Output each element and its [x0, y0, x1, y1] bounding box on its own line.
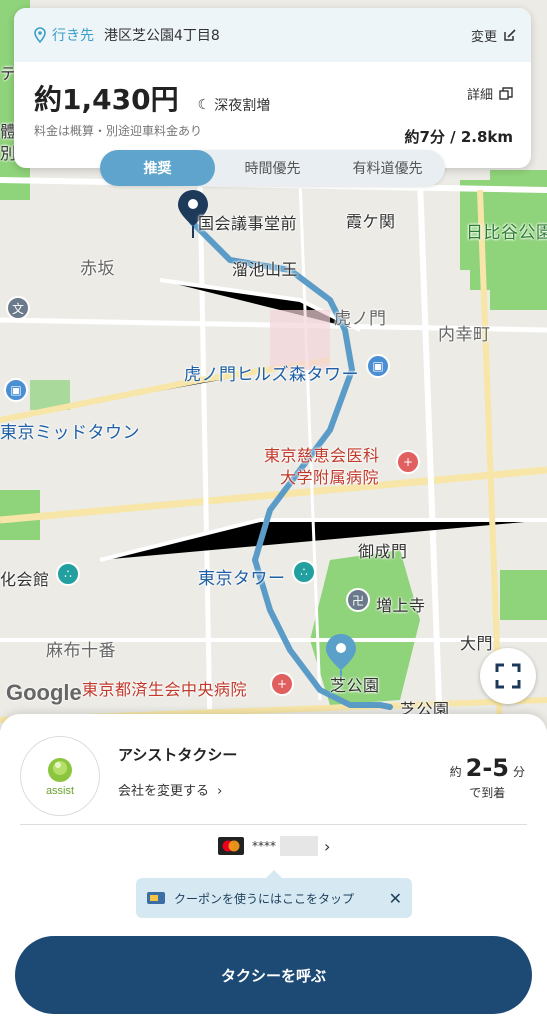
coupon-ticket-icon — [147, 892, 165, 904]
coupon-text: クーポンを使うにはここをタップ — [174, 891, 355, 906]
company-name: アシストタクシー — [118, 746, 238, 764]
map-label-saiseikai: 東京都済生会中央病院 — [82, 680, 248, 699]
temple-icon[interactable]: 卍 — [346, 588, 370, 612]
landmark-icon[interactable]: ∴ — [56, 562, 80, 586]
map-label-toranomon: 虎ノ門 — [334, 309, 387, 329]
map-label-zojoji: 増上寺 — [376, 596, 426, 615]
map-label-azabu: 麻布十番 — [46, 641, 116, 661]
close-icon[interactable]: ✕ — [389, 889, 402, 908]
eta-value: 2-5 — [465, 754, 509, 782]
moon-icon: ☾ — [197, 96, 211, 113]
map-label-hills: 虎ノ門ヒルズ森タワー — [184, 365, 359, 385]
map-label-tower: 東京タワー — [198, 569, 286, 589]
map-label-uchisaiwai: 内幸町 — [438, 325, 491, 345]
tab-time-priority[interactable]: 時間優先 — [215, 150, 330, 186]
destination-label: 行き先 — [52, 28, 94, 44]
company-logo: assist — [20, 736, 100, 816]
shopping-bag-icon[interactable]: ▣ — [366, 354, 390, 378]
tab-toll-priority[interactable]: 有料道優先 — [330, 150, 445, 186]
fare-amount: 約1,430円 — [34, 83, 179, 116]
map-label-tameike: 溜池山王 — [232, 260, 299, 279]
change-label: 変更 — [470, 29, 497, 45]
card-number-mask: **** — [252, 839, 276, 853]
night-surcharge: ☾ 深夜割増 — [198, 95, 271, 115]
eta-unit: 分 — [512, 765, 525, 779]
logo-text: assist — [45, 785, 75, 797]
google-logo: Google — [6, 680, 82, 705]
hospital-icon[interactable]: + — [396, 450, 420, 474]
fullscreen-button[interactable] — [480, 648, 536, 704]
eta-block: 約 2-5 分 で到着 — [450, 754, 525, 801]
map-label-kaikan: 化会館 — [0, 570, 50, 589]
map-label-hibiya: 日比谷公園 — [466, 223, 547, 243]
map-label-onarimon: 御成門 — [358, 542, 408, 561]
eta-prefix: 約 — [449, 765, 462, 779]
night-surcharge-label: 深夜割増 — [214, 97, 271, 114]
detail-button[interactable]: 詳細 — [467, 84, 513, 103]
destination-row[interactable]: 行き先 港区芝公園4丁目8 変更 — [14, 8, 531, 62]
location-pin-icon — [34, 27, 46, 43]
copy-icon — [499, 86, 513, 100]
map-label-shibakoen: 芝公園 — [330, 676, 380, 695]
mastercard-icon — [218, 837, 244, 855]
poi-text-icon[interactable]: 文 — [6, 296, 30, 320]
change-company-link[interactable]: 会社を変更する › — [118, 780, 222, 799]
tab-recommended[interactable]: 推奨 — [100, 150, 215, 186]
change-company-label: 会社を変更する — [118, 784, 210, 799]
bottom-sheet: assist アシストタクシー 会社を変更する › 約 2-5 分 で到着 **… — [0, 714, 547, 1024]
route-summary-card: 行き先 港区芝公園4丁目8 変更 約1,430円 ☾ 深夜割増 料金は概算・別途… — [14, 8, 531, 168]
chevron-right-icon: › — [324, 836, 331, 856]
eta-suffix: で到着 — [469, 786, 506, 800]
map-label-akasaka: 赤坂 — [80, 259, 115, 279]
map-label-midtown: 東京ミッドタウン — [0, 423, 140, 443]
call-taxi-button[interactable]: タクシーを呼ぶ — [15, 936, 532, 1014]
map-label-jikei: 東京慈恵会医科 — [264, 446, 380, 465]
destination-value: 港区芝公園4丁目8 — [104, 28, 220, 44]
time-distance: 約7分 / 2.8km — [404, 128, 513, 146]
shopping-bag-icon[interactable]: ▣ — [4, 378, 28, 402]
card-number-redacted — [280, 836, 318, 856]
assist-logo-icon — [48, 758, 72, 782]
detail-label: 詳細 — [466, 88, 493, 103]
coupon-tooltip[interactable]: クーポンを使うにはここをタップ ✕ — [136, 870, 412, 918]
map-label-jikei2: 大学附属病院 — [280, 468, 380, 487]
edit-icon — [504, 29, 516, 41]
hospital-icon[interactable]: + — [270, 672, 294, 696]
change-destination-button[interactable]: 変更 — [471, 26, 517, 45]
divider — [20, 824, 527, 825]
map-label-kokkai: 国会議事堂前 — [198, 214, 298, 233]
expand-icon — [495, 663, 521, 689]
route-option-tabs: 推奨 時間優先 有料道優先 — [100, 150, 445, 186]
landmark-icon[interactable]: ∴ — [292, 560, 316, 584]
chevron-right-icon: › — [217, 784, 223, 799]
payment-method[interactable]: **** › — [218, 836, 330, 856]
map-label-daimon: 大門 — [460, 634, 494, 653]
map-label-kasumigaseki: 霞ケ関 — [346, 212, 396, 231]
